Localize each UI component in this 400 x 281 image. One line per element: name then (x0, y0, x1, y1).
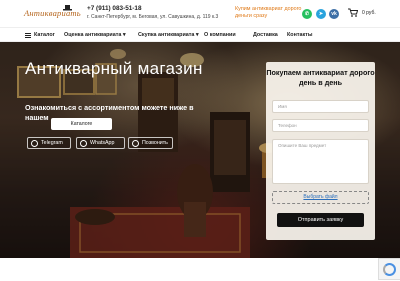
phone-icon (132, 140, 139, 147)
site-header: Антиквариать +7 (911) 083-51-18 г. Санкт… (0, 0, 400, 27)
nav-item-catalog[interactable]: Каталог (34, 32, 55, 38)
nav-item-appraisal[interactable]: Оценка антиквариата ▾ (64, 32, 126, 38)
request-form: Покупаем антиквариат дорого день в день … (266, 62, 375, 240)
recaptcha-icon (383, 263, 396, 276)
nav-item-about[interactable]: О компании (204, 32, 236, 38)
logo[interactable]: Антиквариать (24, 8, 81, 18)
phone-field[interactable]: Телефон (272, 119, 369, 132)
nav-item-buyback[interactable]: Скупка антиквариата ▾ (138, 32, 199, 38)
submit-button[interactable]: Отправить заявку (277, 213, 364, 227)
recaptcha-badge[interactable] (378, 258, 400, 280)
catalog-button[interactable]: Каталоге (51, 118, 112, 130)
file-upload[interactable]: Выбрать файл (272, 191, 369, 204)
call-button[interactable]: Позвонить (128, 137, 173, 149)
name-field[interactable]: Имя (272, 100, 369, 113)
hat-icon (63, 5, 72, 11)
whatsapp-glyph: ✆ (304, 11, 310, 17)
telegram-glyph: ➤ (318, 11, 324, 17)
nav-item-delivery[interactable]: Доставка (253, 32, 278, 38)
whatsapp-icon (80, 140, 87, 147)
cart-total[interactable]: 0 руб. (362, 10, 376, 16)
whatsapp-button[interactable]: WhatsApp (76, 137, 125, 149)
form-title: Покупаем антиквариат дорого день в день (266, 68, 375, 87)
telegram-button[interactable]: Telegram (27, 137, 71, 149)
address: г. Санкт-Петербург, м. Беговая, ул. Саву… (87, 14, 219, 20)
menu-icon[interactable] (25, 33, 31, 38)
vk-icon[interactable]: vk (329, 9, 339, 19)
whatsapp-icon[interactable]: ✆ (302, 9, 312, 19)
call-label: Позвонить (142, 140, 168, 146)
telegram-icon (31, 140, 38, 147)
telegram-icon[interactable]: ➤ (316, 9, 326, 19)
telegram-label: Telegram (41, 140, 63, 146)
whatsapp-label: WhatsApp (90, 140, 115, 146)
message-field[interactable]: Опишите Ваш предмет (272, 139, 369, 184)
cart-icon[interactable] (348, 8, 358, 17)
vk-glyph: vk (331, 11, 337, 17)
phone-number[interactable]: +7 (911) 083-51-18 (87, 5, 142, 12)
nav-item-contacts[interactable]: Контакты (287, 32, 312, 38)
main-nav: Каталог Оценка антиквариата ▾ Скупка ант… (0, 27, 400, 42)
hero-title: Антикварный магазин (25, 59, 203, 78)
